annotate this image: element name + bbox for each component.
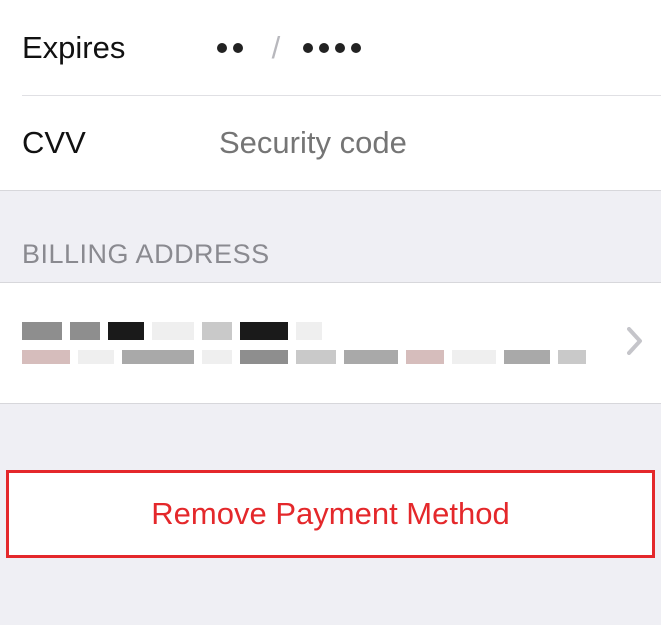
cvv-row[interactable]: CVV: [0, 95, 661, 190]
expires-row[interactable]: Expires /: [0, 0, 661, 95]
remove-section: Remove Payment Method: [0, 464, 661, 564]
cvv-input[interactable]: [217, 124, 639, 162]
remove-payment-method-button[interactable]: Remove Payment Method: [9, 473, 652, 555]
cvv-label: CVV: [22, 125, 217, 161]
billing-address-header: BILLING ADDRESS: [0, 191, 661, 282]
billing-address-group: [0, 282, 661, 404]
billing-address-content: [22, 322, 619, 364]
chevron-right-icon: [627, 327, 643, 360]
expires-value: /: [217, 29, 639, 67]
expires-label: Expires: [22, 30, 217, 66]
card-fields-group: Expires / CVV: [0, 0, 661, 191]
billing-address-row[interactable]: [0, 283, 661, 403]
remove-button-label: Remove Payment Method: [151, 496, 509, 532]
remove-highlight-box: Remove Payment Method: [6, 470, 655, 558]
